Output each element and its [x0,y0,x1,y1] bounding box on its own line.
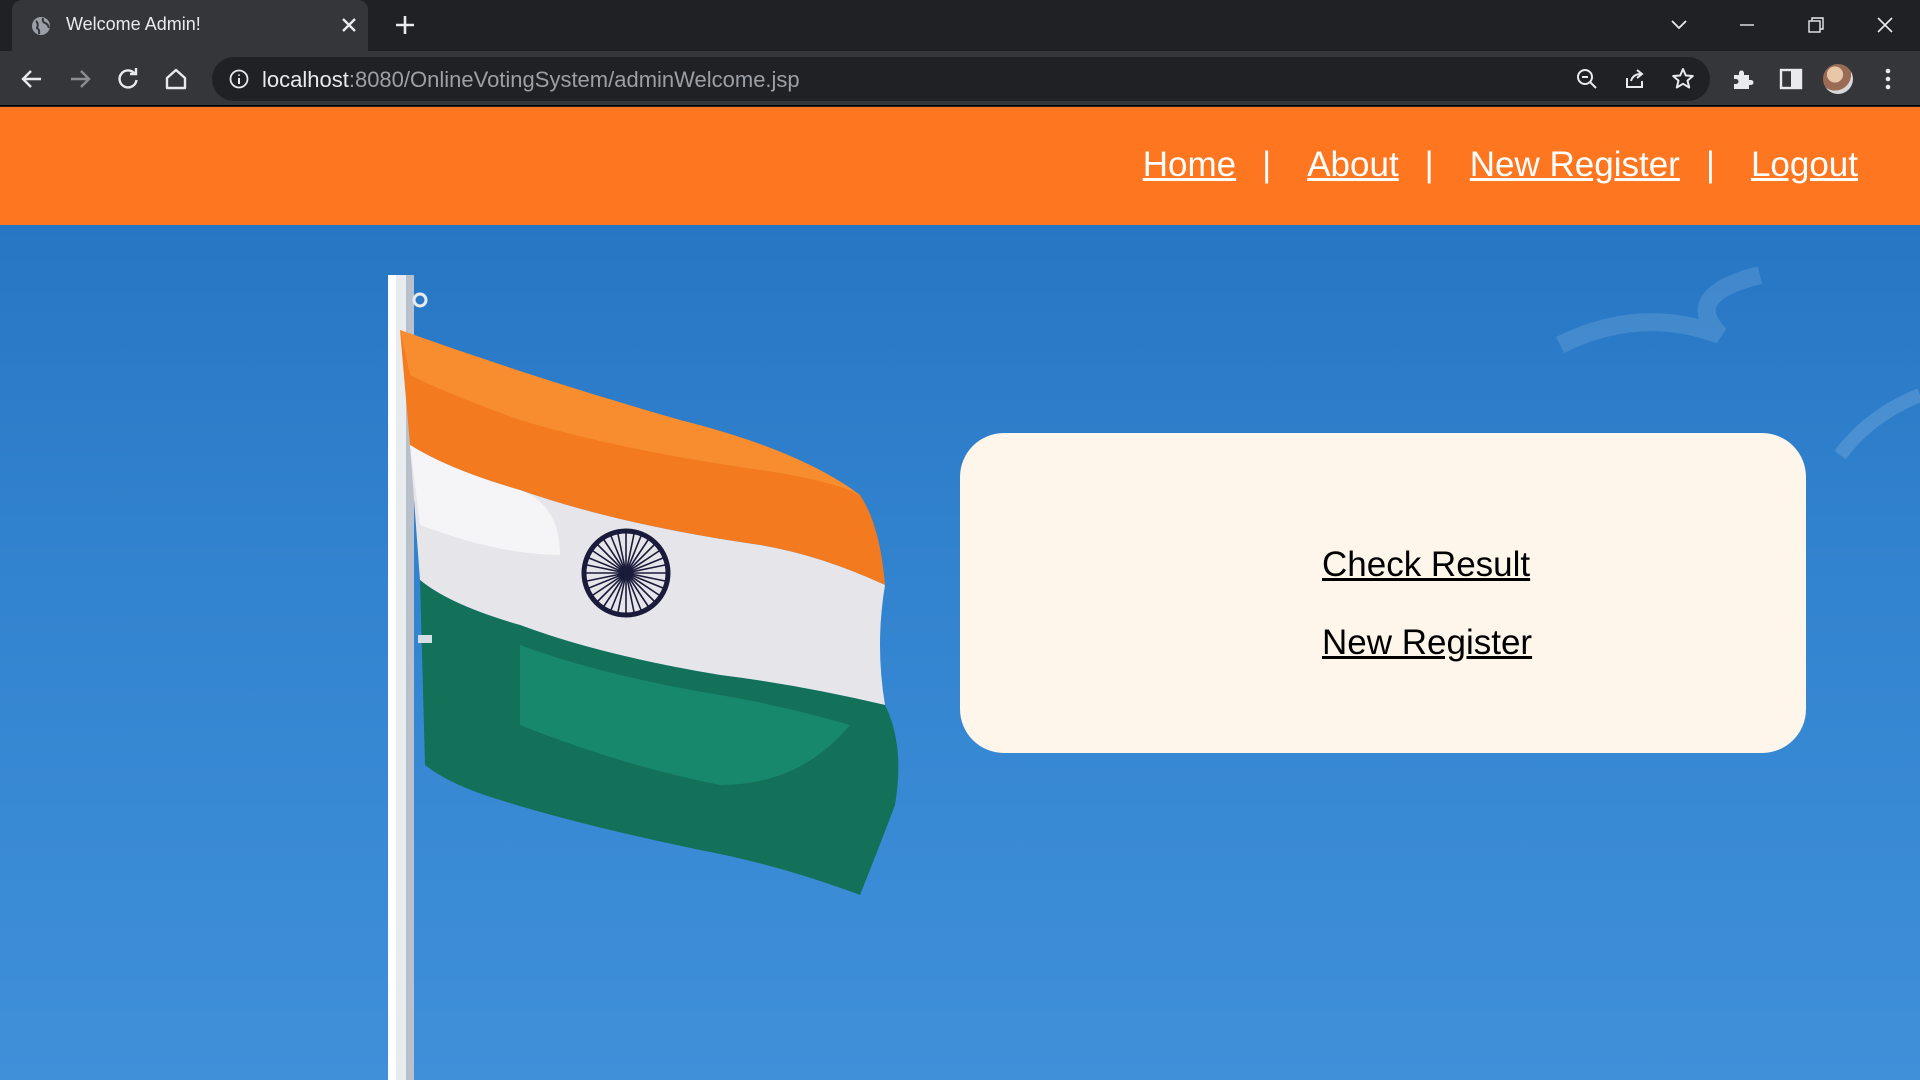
check-result-link[interactable]: Check Result [1322,545,1530,585]
url-path: :8080/OnlineVotingSystem/adminWelcome.js… [348,67,800,92]
side-panel-icon[interactable] [1777,65,1805,93]
share-icon[interactable] [1622,66,1648,92]
tab-strip: Welcome Admin! [0,0,1920,51]
reload-icon[interactable] [114,65,142,93]
nav-logout-link[interactable]: Logout [1751,145,1858,185]
star-icon[interactable] [1670,66,1696,92]
chevron-down-icon[interactable] [1667,12,1691,36]
url-text[interactable]: localhost:8080/OnlineVotingSystem/adminW… [262,67,800,93]
restore-icon[interactable] [1792,8,1838,42]
address-bar[interactable]: localhost:8080/OnlineVotingSystem/adminW… [212,57,1710,101]
url-host: localhost [262,67,349,92]
nav-links: Home | About | New Register | Logout [1143,145,1858,185]
back-icon[interactable] [18,65,46,93]
close-icon[interactable] [338,14,360,36]
extensions-icon[interactable] [1729,65,1757,93]
nav-about-link[interactable]: About [1307,145,1398,185]
browser-tab[interactable]: Welcome Admin! [12,0,368,51]
info-icon[interactable] [228,68,250,90]
tab-title: Welcome Admin! [66,14,201,34]
nav-new-register-link[interactable]: New Register [1470,145,1680,185]
browser-toolbar: localhost:8080/OnlineVotingSystem/adminW… [0,51,1920,106]
minimize-icon[interactable] [1724,8,1770,42]
ashoka-chakra [581,528,671,618]
nav-home-link[interactable]: Home [1143,145,1236,185]
nav-separator: | [1262,145,1272,184]
globe-icon [32,17,50,35]
nav-separator: | [1705,145,1715,184]
plus-icon[interactable] [392,12,418,38]
site-navbar: Home | About | New Register | Logout [0,107,1920,225]
home-icon[interactable] [162,65,190,93]
close-window-icon[interactable] [1862,8,1908,42]
avatar[interactable] [1823,64,1853,94]
hero-background: Check Result New Register [0,225,1920,1080]
admin-actions-card: Check Result New Register [960,433,1806,753]
page-viewport: Home | About | New Register | Logout Che… [0,107,1920,1080]
kebab-menu-icon[interactable] [1874,65,1902,93]
nav-separator: | [1424,145,1434,184]
zoom-icon[interactable] [1574,66,1600,92]
new-register-link[interactable]: New Register [1322,623,1532,663]
forward-icon[interactable] [66,65,94,93]
